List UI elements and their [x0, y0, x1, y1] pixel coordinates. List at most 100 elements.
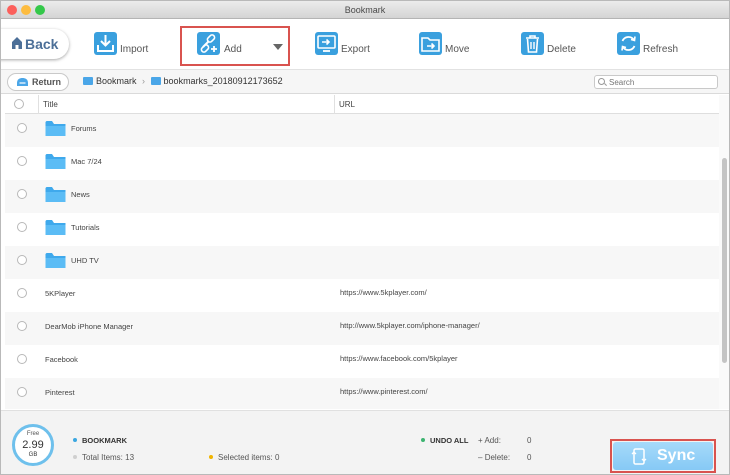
free-value: 2.99	[22, 439, 44, 451]
row-checkbox[interactable]	[17, 222, 27, 232]
total-value: 13	[125, 453, 135, 462]
bookmark-window: Bookmark Back Import Add Export Move Del…	[0, 0, 730, 475]
row-title: Mac 7/24	[71, 157, 102, 166]
row-checkbox[interactable]	[17, 189, 27, 199]
section-dot-icon	[73, 438, 77, 442]
folder-icon	[45, 220, 66, 235]
move-label: Move	[445, 44, 470, 55]
row-checkbox[interactable]	[17, 321, 27, 331]
free-space-gauge: Free 2.99 GB	[12, 424, 54, 466]
delete-button[interactable]: Delete	[520, 31, 580, 63]
table-row[interactable]: DearMob iPhone Manager http://www.5kplaye…	[5, 312, 719, 345]
vertical-scrollbar[interactable]	[719, 95, 729, 409]
export-button[interactable]: Export	[314, 31, 374, 63]
row-title: UHD TV	[71, 256, 99, 265]
plus-icon: +	[478, 436, 483, 445]
minus-icon: –	[478, 453, 483, 462]
add-highlight-frame	[180, 26, 290, 66]
add-count-value: 0	[527, 436, 532, 445]
table-row[interactable]: UHD TV	[5, 246, 719, 279]
status-footer: Free 2.99 GB BOOKMARK Total Items: 13 Se…	[1, 410, 729, 474]
refresh-button[interactable]: Refresh	[616, 31, 681, 63]
breadcrumb-item-current[interactable]: bookmarks_20180912173652	[164, 76, 283, 86]
row-checkbox[interactable]	[17, 288, 27, 298]
export-icon	[315, 32, 338, 55]
row-checkbox[interactable]	[17, 255, 27, 265]
free-unit: GB	[28, 452, 38, 458]
breadcrumb-item-bookmark[interactable]: Bookmark	[96, 76, 137, 86]
row-title: Facebook	[45, 355, 78, 364]
move-icon	[419, 32, 442, 55]
sync-device-icon	[631, 448, 647, 465]
folder-icon	[83, 77, 93, 85]
breadcrumb-separator: ›	[142, 76, 146, 86]
return-label: Return	[32, 77, 61, 87]
table-row[interactable]: Tutorials	[5, 213, 719, 246]
table-row[interactable]: Forums	[5, 114, 719, 147]
breadcrumb: Bookmark › bookmarks_20180912173652	[83, 76, 283, 86]
row-url: http://www.5kplayer.com/iphone-manager/	[340, 321, 480, 330]
row-title: Tutorials	[71, 223, 100, 232]
navigation-bar: Return Bookmark › bookmarks_201809121736…	[1, 69, 729, 94]
row-checkbox[interactable]	[17, 123, 27, 133]
search-icon	[598, 78, 605, 85]
row-url: https://www.pinterest.com/	[340, 387, 428, 396]
row-title: Pinterest	[45, 388, 75, 397]
folder-icon	[45, 154, 66, 169]
folder-icon	[45, 121, 66, 136]
undo-all-button[interactable]: UNDO ALL	[421, 436, 468, 445]
move-button[interactable]: Move	[418, 31, 473, 63]
column-divider	[334, 95, 335, 114]
undo-dot-icon	[421, 438, 425, 442]
column-header-title[interactable]: Title	[43, 100, 58, 109]
folder-icon	[45, 187, 66, 202]
row-title: 5KPlayer	[45, 289, 76, 298]
close-window-button[interactable]	[7, 5, 17, 15]
bookmark-table: Forums Mac 7/24 News Tutorials UHD TV 5KPlaye…	[5, 114, 719, 409]
section-label: BOOKMARK	[73, 436, 127, 445]
selected-items: Selected items: 0	[209, 453, 279, 462]
row-title: DearMob iPhone Manager	[45, 322, 133, 331]
sync-label: Sync	[657, 447, 696, 464]
row-checkbox[interactable]	[17, 354, 27, 364]
window-title: Bookmark	[344, 5, 386, 15]
folder-icon	[45, 253, 66, 268]
export-label: Export	[341, 44, 370, 55]
search-input[interactable]	[594, 75, 718, 89]
total-dot-icon	[73, 455, 77, 459]
add-count: + Add:	[478, 436, 501, 445]
row-url: https://www.facebook.com/5kplayer	[340, 354, 458, 363]
table-row[interactable]: Pinterest https://www.pinterest.com/	[5, 378, 719, 409]
row-checkbox[interactable]	[17, 387, 27, 397]
table-row[interactable]: Facebook https://www.facebook.com/5kplaye…	[5, 345, 719, 378]
refresh-icon	[617, 32, 640, 55]
total-items: Total Items: 13	[73, 453, 134, 462]
table-header: Title URL	[5, 95, 719, 114]
selected-dot-icon	[209, 455, 213, 459]
table-row[interactable]: Mac 7/24	[5, 147, 719, 180]
import-button[interactable]: Import	[93, 31, 153, 63]
sync-button[interactable]: Sync	[613, 442, 713, 470]
row-title: Forums	[71, 124, 97, 133]
row-checkbox[interactable]	[17, 156, 27, 166]
return-icon	[17, 78, 28, 86]
home-icon	[12, 37, 22, 49]
table-row[interactable]: 5KPlayer https://www.5kplayer.com/	[5, 279, 719, 312]
row-url: https://www.5kplayer.com/	[340, 288, 427, 297]
table-row[interactable]: News	[5, 180, 719, 213]
return-button[interactable]: Return	[7, 73, 69, 91]
folder-icon	[150, 77, 161, 85]
refresh-label: Refresh	[643, 44, 679, 55]
free-label: Free	[26, 431, 40, 437]
back-button[interactable]: Back	[1, 29, 69, 59]
zoom-window-button[interactable]	[35, 5, 45, 15]
select-all-checkbox[interactable]	[14, 99, 24, 109]
import-label: Import	[120, 44, 149, 55]
column-header-url[interactable]: URL	[339, 100, 355, 109]
column-divider	[38, 95, 39, 114]
minimize-window-button[interactable]	[21, 5, 31, 15]
scrollbar-thumb[interactable]	[722, 158, 727, 363]
row-title: News	[71, 190, 90, 199]
selected-value: 0	[274, 453, 280, 462]
import-icon	[94, 32, 117, 55]
